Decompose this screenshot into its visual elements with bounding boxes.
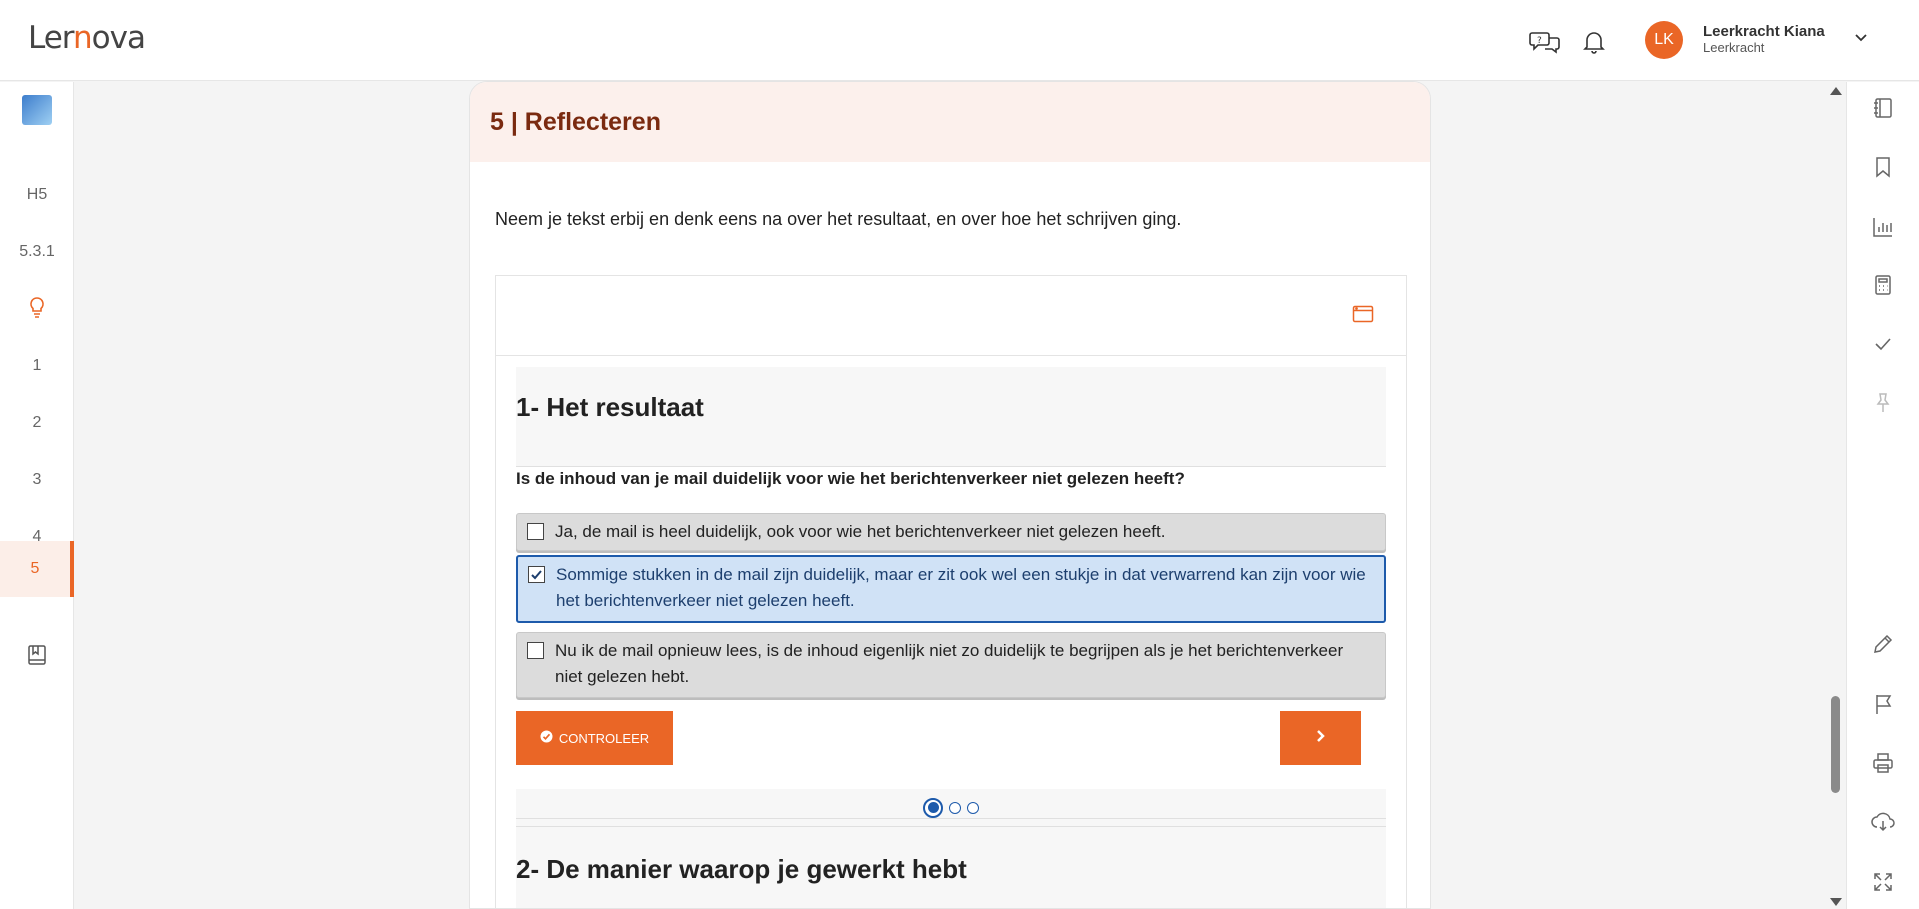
user-name[interactable]: Leerkracht Kiana [1703,23,1825,40]
print-icon[interactable] [1869,749,1897,777]
app-logo[interactable]: Lernova [28,20,146,56]
checkbox[interactable] [527,523,544,540]
exercise-toolbar [496,276,1406,356]
section-header: 5 | Reflecteren [470,82,1430,162]
scrollbar-thumb[interactable] [1831,696,1840,793]
window-icon[interactable] [1352,304,1374,329]
user-role: Leerkracht [1703,40,1765,55]
divider [516,826,1386,827]
sidebar-item-5[interactable]: 5 [0,541,74,597]
question-2-title: 2- De manier waarop je gewerkt hebt [516,854,967,884]
check-circle-icon [540,730,553,746]
answer-option-1[interactable]: Ja, de mail is heel duidelijk, ook voor … [516,513,1386,551]
chapter-thumbnail[interactable] [22,95,52,125]
page-scrollbar[interactable] [1827,82,1843,909]
cloud-download-icon[interactable] [1869,808,1897,836]
sidebar-item-3[interactable]: 3 [0,452,74,508]
question-pager: 2- De manier waarop je gewerkt hebt [516,789,1386,908]
pencil-icon[interactable] [1869,630,1897,658]
answer-option-2[interactable]: Sommige stukken in de mail zijn duidelij… [516,555,1386,623]
pager-dot-2[interactable] [949,801,961,814]
tools-sidebar [1846,82,1919,909]
fullscreen-icon[interactable] [1869,868,1897,896]
section-intro: Neem je tekst erbij en denk eens na over… [495,209,1182,229]
pager-dots [516,797,1386,819]
pager-dot-1[interactable] [923,797,943,818]
sidebar-item-h5[interactable]: H5 [0,167,74,223]
question-text: Is de inhoud van je mail duidelijk voor … [516,469,1185,488]
section-title: 5 | Reflecteren [490,108,661,136]
checkbox[interactable] [528,566,545,583]
sidebar-item-theory[interactable] [0,281,74,337]
check-icon [531,570,542,580]
notebook-icon[interactable] [1869,94,1897,122]
book-icon [27,644,47,671]
sidebar-item-5-3-1[interactable]: 5.3.1 [0,224,74,280]
chevron-down-icon[interactable] [1852,28,1870,51]
avatar[interactable]: LK [1645,21,1683,59]
bell-icon[interactable] [1578,26,1610,58]
scroll-up-arrow[interactable] [1830,87,1842,95]
lightbulb-icon [28,296,46,323]
next-button[interactable] [1280,711,1361,765]
flag-icon[interactable] [1869,690,1897,718]
bookmark-icon[interactable] [1869,153,1897,181]
answer-option-text: Sommige stukken in de mail zijn duidelij… [556,565,1366,610]
calculator-icon[interactable] [1869,271,1897,299]
chart-icon[interactable] [1869,213,1897,241]
checkbox[interactable] [527,642,544,659]
answer-option-3[interactable]: Nu ik de mail opnieuw lees, is de inhoud… [516,632,1386,698]
check-button[interactable]: CONTROLEER [516,711,673,765]
answer-option-text: Nu ik de mail opnieuw lees, is de inhoud… [555,641,1344,686]
exercise-panel: 1- Het resultaat Is de inhoud van je mai… [495,275,1407,908]
pager-dot-3[interactable] [967,801,979,814]
sidebar-item-1[interactable]: 1 [0,338,74,394]
scroll-down-arrow[interactable] [1830,898,1842,906]
chevron-right-icon [1314,728,1328,749]
question-title: 1- Het resultaat [516,392,704,422]
sidebar-item-summary[interactable] [0,629,74,685]
pin-icon[interactable] [1869,389,1897,417]
answer-option-text: Ja, de mail is heel duidelijk, ook voor … [555,522,1166,541]
svg-text:?: ? [1537,36,1542,46]
top-bar: Lernova ? LK Leerkracht Kiana Leerkracht [0,0,1919,81]
check-icon[interactable] [1869,330,1897,358]
chat-icon[interactable]: ? [1529,26,1561,58]
question-header: 1- Het resultaat [516,367,1386,467]
chapter-sidebar: H5 5.3.1 1 2 3 4 5 [0,82,74,909]
sidebar-item-2[interactable]: 2 [0,395,74,451]
section-card: 5 | Reflecteren Neem je tekst erbij en d… [469,81,1431,909]
